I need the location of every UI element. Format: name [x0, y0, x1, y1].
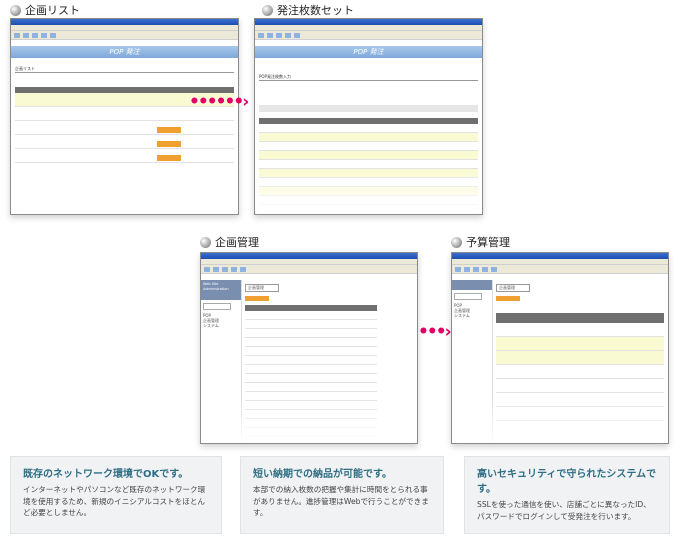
section-plan-mgmt-title: 企画管理 [200, 234, 259, 250]
add-plan-button[interactable] [245, 296, 269, 301]
budget-mgmt-heading: 企画管理 [496, 284, 530, 292]
pop-logo: POP 発注 [11, 46, 238, 58]
section-plan-list-title: 企画リスト [10, 2, 80, 18]
sidebar-item-system[interactable]: システム [452, 313, 492, 318]
feature-title: 短い納期での納品が可能です。 [253, 469, 392, 480]
order-set-screenshot: POP 発注 POP発注枚数入力 [254, 18, 483, 215]
feature-title: 高いセキュリティで守られたシステムです。 [477, 469, 657, 495]
feature-body: インターネットやパソコンなど既存のネットワーク環境を使用するため、新規のイニシア… [23, 485, 206, 517]
sidebar-item-system[interactable]: システム [201, 323, 241, 328]
order-button[interactable] [157, 127, 181, 133]
pop-logo: POP 発注 [255, 46, 482, 58]
order-button[interactable] [157, 141, 181, 147]
feature-body: SSLを使った通信を使い、店舗ごとに異なったID、パスワードでログインして受発注… [477, 500, 651, 521]
section-budget-mgmt-title: 予算管理 [451, 234, 510, 250]
admin-title: Web Site Administration [201, 280, 241, 300]
plan-list-heading: 企画リスト [15, 66, 234, 73]
flow-arrow-icon: •••› [418, 322, 452, 342]
order-button[interactable] [157, 155, 181, 161]
plan-mgmt-heading: 企画管理 [245, 284, 279, 292]
feature-title: 既存のネットワーク環境でOKです。 [23, 469, 189, 480]
plan-list-screenshot: POP 発注 企画リスト [10, 18, 239, 215]
feature-network: 既存のネットワーク環境でOKです。 インターネットやパソコンなど既存のネットワー… [10, 456, 222, 534]
bullet-icon [200, 236, 211, 248]
bullet-icon [451, 236, 462, 248]
order-set-heading: POP発注枚数入力 [259, 74, 478, 81]
feature-body: 本部での納入枚数の把握や集計に時間をとられる事がありません。進捗管理はWebで行… [253, 485, 429, 517]
add-plan-button[interactable] [496, 296, 520, 301]
plan-mgmt-screenshot: Web Site Administration POP 企画管理 システム 企画… [200, 252, 418, 444]
bullet-icon [262, 4, 273, 16]
flow-arrow-icon: ••••••› [189, 92, 249, 112]
feature-security: 高いセキュリティで守られたシステムです。 SSLを使った通信を使い、店舗ごとに異… [464, 456, 670, 534]
bullet-icon [10, 4, 21, 16]
feature-delivery: 短い納期での納品が可能です。 本部での納入枚数の把握や集計に時間をとられる事があ… [240, 456, 444, 534]
section-order-set-title: 発注枚数セット [262, 2, 354, 18]
budget-mgmt-screenshot: POP 企画管理 システム 企画管理 [451, 252, 669, 444]
